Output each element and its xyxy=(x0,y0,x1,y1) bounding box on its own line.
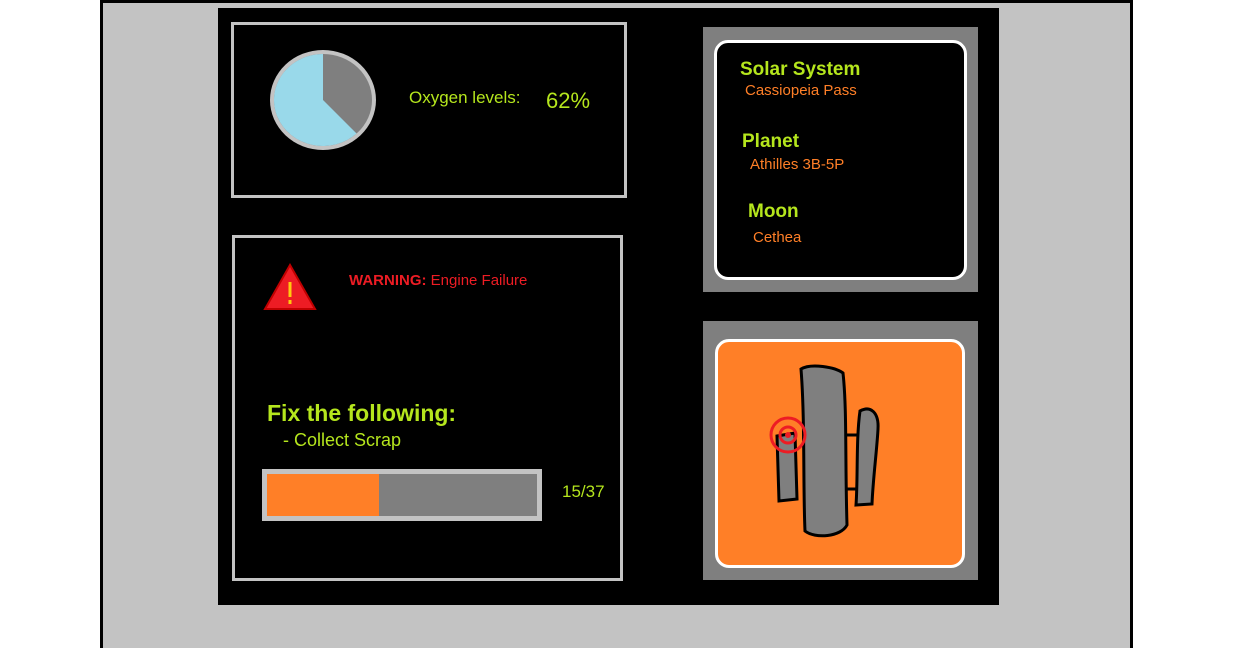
scrap-piece-right[interactable] xyxy=(854,407,880,507)
solar-system-value: Cassiopeia Pass xyxy=(745,82,857,99)
moon-value: Cethea xyxy=(753,229,802,246)
warning-prefix: WARNING: xyxy=(349,272,427,289)
scrap-scanner-view[interactable] xyxy=(715,339,965,568)
scrap-progress-bar xyxy=(262,469,542,521)
progress-track xyxy=(267,474,537,516)
progress-fill xyxy=(267,474,380,516)
moon-label: Moon xyxy=(748,201,799,222)
scrap-piece-main[interactable] xyxy=(799,364,849,538)
warning-detail: Engine Failure xyxy=(426,272,528,289)
warning-message: WARNING: Engine Failure xyxy=(349,272,527,289)
oxygen-label: Oxygen levels: xyxy=(409,88,521,107)
solar-system-label: Solar System xyxy=(740,59,861,80)
oxygen-value: 62% xyxy=(546,88,591,113)
planet-label: Planet xyxy=(742,131,800,152)
task-item: - Collect Scrap xyxy=(283,430,402,450)
task-title: Fix the following: xyxy=(267,400,457,426)
planet-value: Athilles 3B-5P xyxy=(750,156,845,173)
warning-icon xyxy=(263,262,317,310)
progress-count: 15/37 xyxy=(562,482,605,501)
oxygen-pie-chart xyxy=(270,50,376,150)
